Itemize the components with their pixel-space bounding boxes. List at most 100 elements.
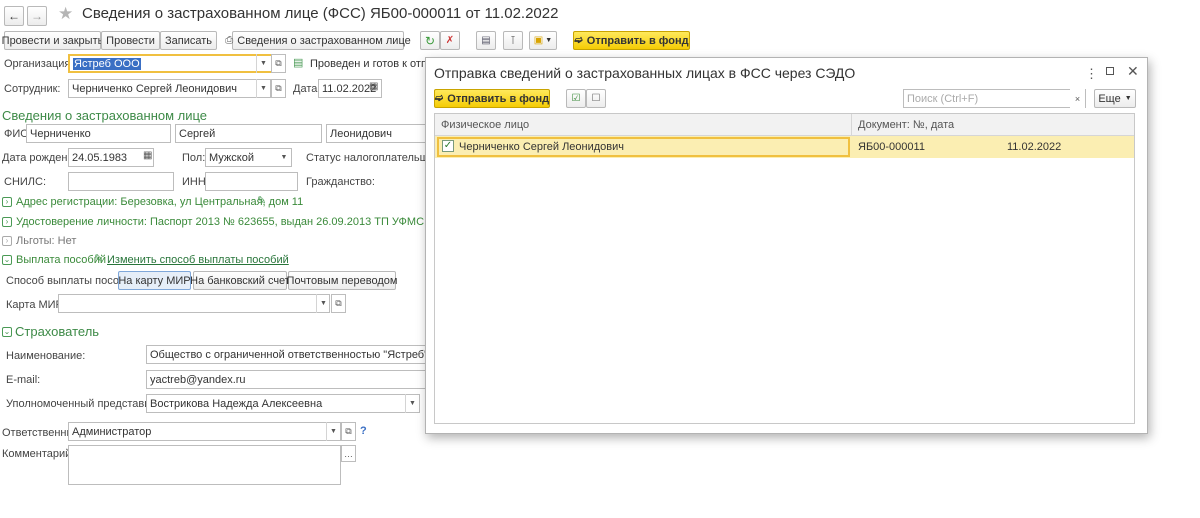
email-field[interactable]: yactreb@yandex.ru <box>146 370 426 389</box>
pay-bank-button[interactable]: На банковский счет <box>190 271 290 290</box>
benefits-expand-icon[interactable]: › <box>2 236 12 246</box>
more-button[interactable]: Еще ▼ <box>1094 89 1136 108</box>
persons-table: Физическое лицо Документ: №, дата ✓ Черн… <box>434 113 1135 424</box>
benefits-text: Льготы: Нет <box>16 235 77 247</box>
post-and-close-button[interactable]: Провести и закрыть <box>2 31 103 50</box>
save-button[interactable]: Записать <box>160 31 217 50</box>
maximize-icon[interactable] <box>1106 67 1114 75</box>
first-name-value: Сергей <box>179 127 216 140</box>
comment-expand-button[interactable]: … <box>341 445 356 462</box>
employee-value: Черниченко Сергей Леонидович <box>72 82 238 95</box>
insured-section-title: Сведения о застрахованном лице <box>2 108 208 123</box>
create-based-on-button[interactable]: ▣ ▼ <box>529 31 557 50</box>
pay-card-button[interactable]: На карту МИР <box>118 271 191 290</box>
journal-button[interactable]: ▤ <box>476 31 496 50</box>
pay-post-button[interactable]: Почтовым переводом <box>287 271 397 290</box>
dialog-send-label: Отправить в фонд <box>447 92 550 105</box>
row-person: Черниченко Сергей Леонидович <box>459 141 625 153</box>
inn-field[interactable] <box>205 172 298 191</box>
mir-card-dropdown[interactable]: ▼ <box>316 294 330 313</box>
last-name-value: Черниченко <box>30 127 91 140</box>
uncheck-all-button[interactable]: ☐ <box>586 89 606 108</box>
dialog-title: Отправка сведений о застрахованных лицах… <box>434 65 856 81</box>
send-to-fund-button[interactable]: ➫ Отправить в фонд <box>573 31 690 50</box>
back-button[interactable]: ← <box>4 6 24 26</box>
representative-dropdown[interactable]: ▼ <box>405 394 419 413</box>
mir-card-label: Карта МИР: <box>6 299 66 311</box>
mir-card-open-button[interactable]: ⧉ <box>331 294 346 313</box>
organization-field[interactable]: Ястреб ООО <box>68 54 286 73</box>
employee-field[interactable]: Черниченко Сергей Леонидович <box>68 79 271 98</box>
middle-name-field[interactable]: Леонидович <box>326 124 426 143</box>
refresh-icon: ↻ <box>424 33 436 48</box>
middle-name-value: Леонидович <box>330 127 392 140</box>
responsible-open-button[interactable]: ⧉ <box>341 422 356 441</box>
column-header-person[interactable]: Физическое лицо <box>441 119 529 131</box>
print-insured-label: Сведения о застрахованном лице <box>237 34 411 47</box>
organization-dropdown[interactable]: ▼ <box>256 54 270 73</box>
column-header-document[interactable]: Документ: №, дата <box>858 119 954 131</box>
sex-dropdown[interactable]: ▼ <box>277 148 291 167</box>
birth-calendar-icon[interactable]: ▦ <box>143 150 152 161</box>
dialog-search-input[interactable]: Поиск (Ctrl+F) <box>903 89 1086 108</box>
responsible-dropdown[interactable]: ▼ <box>326 422 340 441</box>
table-row[interactable]: ✓ Черниченко Сергей Леонидович ЯБ00-0000… <box>435 136 1134 158</box>
row-doc-date: 11.02.2022 <box>1007 141 1062 153</box>
document-icon: ▤ <box>481 35 491 46</box>
id-doc-expand-icon[interactable]: › <box>2 217 12 227</box>
last-name-field[interactable]: Черниченко <box>26 124 171 143</box>
chevron-down-icon: ▼ <box>1124 95 1132 102</box>
payment-label: Выплата пособий <box>16 254 106 266</box>
forward-button[interactable]: → <box>27 6 47 26</box>
insurer-name-field[interactable]: Общество с ограниченной ответственностью… <box>146 345 426 364</box>
organization-open-button[interactable]: ⧉ <box>271 54 286 73</box>
id-doc-link[interactable]: Удостоверение личности: Паспорт 2013 № 6… <box>16 216 426 228</box>
calendar-icon[interactable]: ▦ <box>369 81 378 92</box>
print-insured-button[interactable]: ⎙ Сведения о застрахованном лице <box>225 31 411 50</box>
posted-status-text: Проведен и готов к отправке <box>310 58 425 70</box>
email-label: E-mail: <box>6 374 41 386</box>
attach-button[interactable]: ⊺ <box>503 31 523 50</box>
comment-field[interactable] <box>68 445 341 485</box>
dialog-send-button[interactable]: ➫ Отправить в фонд <box>434 89 550 108</box>
birth-date-field[interactable]: 24.05.1983 <box>68 148 154 167</box>
row-doc-number: ЯБ00-000011 <box>858 141 925 153</box>
post-button[interactable]: Провести <box>101 31 160 50</box>
row-checkbox[interactable]: ✓ <box>442 140 454 152</box>
responsible-field[interactable]: Администратор <box>68 422 341 441</box>
employee-label: Сотрудник: <box>4 83 61 95</box>
posted-status-icon: ▤ <box>293 57 304 69</box>
chevron-down-icon: ▼ <box>545 37 553 44</box>
more-options-icon[interactable]: ⋮ <box>1085 66 1098 82</box>
birth-date-value: 24.05.1983 <box>72 151 128 164</box>
favorite-star-icon[interactable]: ★ <box>58 4 73 24</box>
representative-field[interactable]: Вострикова Надежда Алексеевна <box>146 394 420 413</box>
insurer-collapse-icon[interactable]: ⌄ <box>2 327 12 337</box>
representative-value: Вострикова Надежда Алексеевна <box>150 397 323 410</box>
arrow-right-icon: → <box>31 9 43 23</box>
insurer-name-label: Наименование: <box>6 350 86 362</box>
responsible-value: Администратор <box>72 425 152 438</box>
address-expand-icon[interactable]: › <box>2 197 12 207</box>
help-icon[interactable]: ? <box>360 425 367 437</box>
column-divider <box>851 114 852 136</box>
pencil-icon[interactable]: ✎ <box>257 194 266 207</box>
first-name-field[interactable]: Сергей <box>175 124 322 143</box>
search-clear-button[interactable]: × <box>1070 89 1085 108</box>
employee-open-button[interactable]: ⧉ <box>271 79 286 98</box>
arrow-left-icon: ← <box>8 9 20 23</box>
payment-collapse-icon[interactable]: ⌄ <box>2 255 12 265</box>
mir-card-field[interactable] <box>58 294 330 313</box>
organization-value: Ястреб ООО <box>73 57 141 70</box>
refresh-button[interactable]: ↻ <box>420 31 440 50</box>
insurer-section-title: Страхователь <box>15 324 100 339</box>
close-icon[interactable]: ✕ <box>1127 63 1139 80</box>
employee-dropdown[interactable]: ▼ <box>256 79 270 98</box>
cancel-posting-button[interactable]: ✗ <box>440 31 460 50</box>
sex-value: Мужской <box>209 151 254 164</box>
change-payment-link[interactable]: Изменить способ выплаты пособий <box>107 254 289 266</box>
check-all-button[interactable]: ☑ <box>566 89 586 108</box>
snils-field[interactable] <box>68 172 174 191</box>
tax-status-label: Статус налогоплательщика: <box>306 152 426 164</box>
snils-label: СНИЛС: <box>4 176 47 188</box>
